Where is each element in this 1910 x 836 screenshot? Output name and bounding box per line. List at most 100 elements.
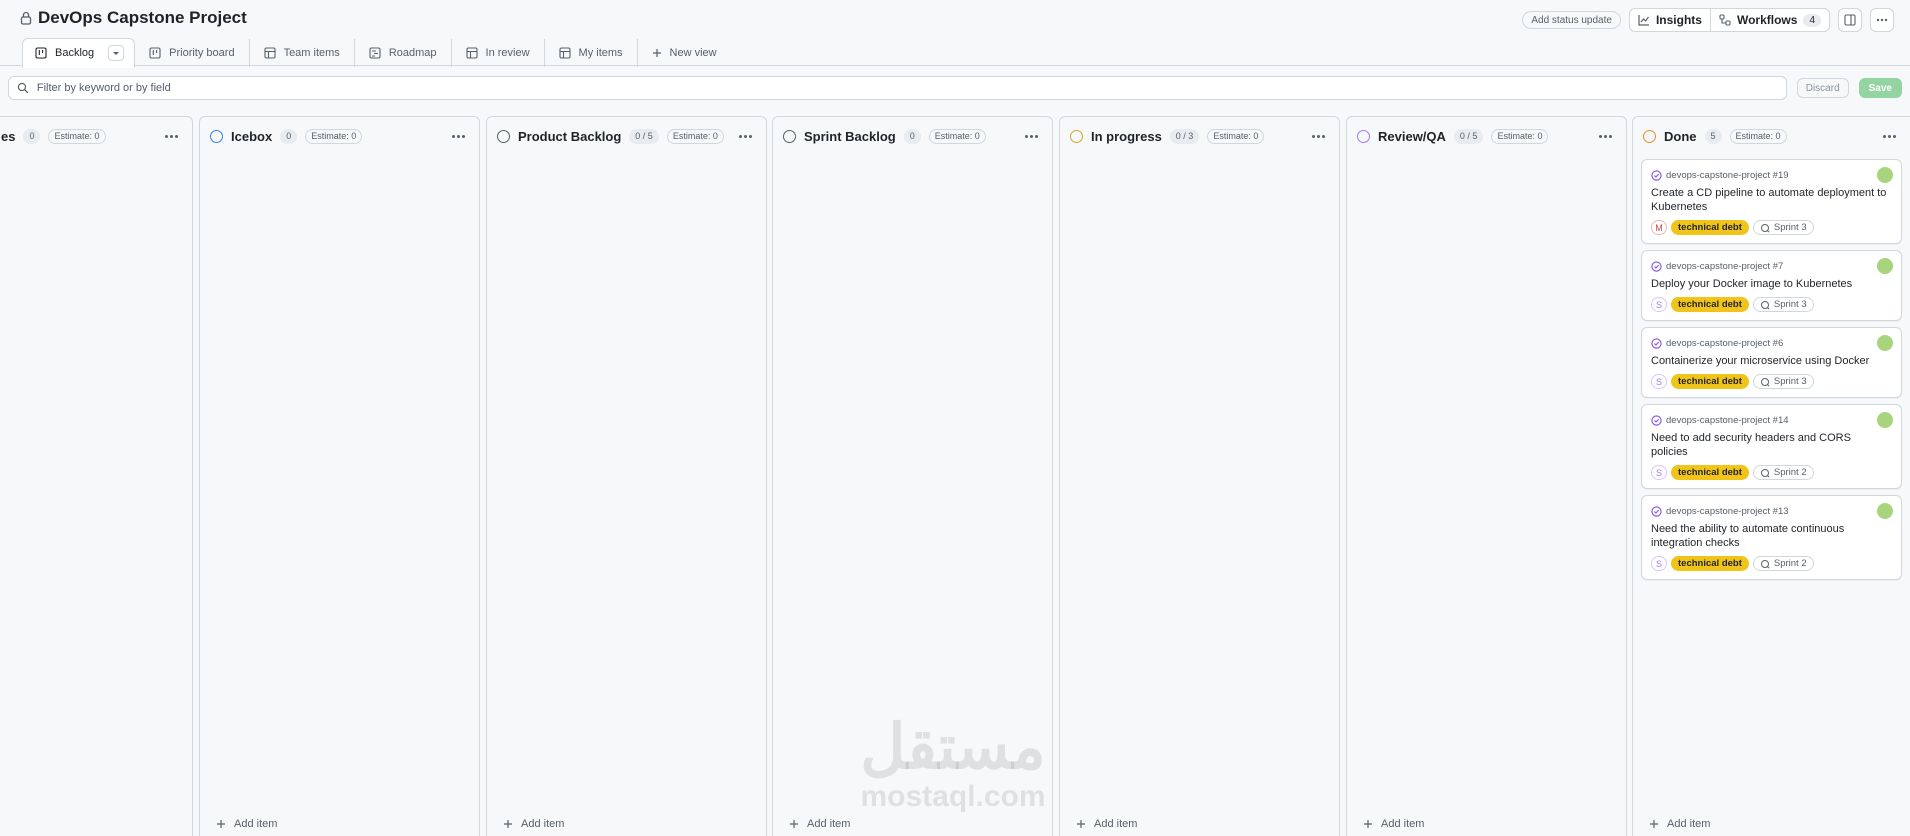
card-title[interactable]: Containerize your microservice using Doc…: [1651, 354, 1893, 368]
column-menu-button[interactable]: [448, 127, 469, 145]
issue-card[interactable]: devops-capstone-project #6 Containerize …: [1641, 327, 1902, 398]
project-header: DevOps Capstone Project Add status updat…: [0, 0, 1910, 68]
board-icon: [149, 47, 161, 59]
workflow-icon: [1719, 14, 1731, 26]
filter-input[interactable]: [36, 82, 1778, 94]
add-item-button[interactable]: Add item: [789, 818, 850, 830]
label-technical-debt[interactable]: technical debt: [1671, 297, 1749, 312]
card-title[interactable]: Deploy your Docker image to Kubernetes: [1651, 277, 1893, 291]
tab-my-items[interactable]: My items: [545, 39, 638, 67]
label-technical-debt[interactable]: technical debt: [1671, 374, 1749, 389]
column-header: Review/QA 0 / 5 Estimate: 0: [1357, 127, 1616, 145]
column-name: In progress: [1091, 128, 1162, 144]
column-header: es 0 Estimate: 0: [1, 127, 182, 145]
add-item-button[interactable]: Add item: [1076, 818, 1137, 830]
workflows-button[interactable]: Workflows 4: [1711, 9, 1829, 31]
column-menu-button[interactable]: [735, 127, 756, 145]
add-status-update-button[interactable]: Add status update: [1522, 11, 1621, 29]
dot: [462, 134, 465, 138]
avatar[interactable]: [1877, 258, 1893, 274]
issue-card[interactable]: devops-capstone-project #14 Need to add …: [1641, 404, 1902, 489]
save-button[interactable]: Save: [1858, 78, 1902, 98]
dot: [1312, 134, 1315, 138]
sprint-label: Sprint 2: [1773, 467, 1807, 478]
plus-icon: [504, 820, 512, 828]
sidebar-icon: [1844, 14, 1856, 26]
add-item-button[interactable]: Add item: [216, 818, 277, 830]
add-item-label: Add item: [1667, 818, 1711, 830]
title-row: DevOps Capstone Project: [20, 8, 247, 28]
tab-roadmap[interactable]: Roadmap: [355, 39, 452, 67]
add-item-button[interactable]: Add item: [1649, 818, 1710, 830]
avatar[interactable]: [1877, 335, 1893, 351]
insights-button[interactable]: Insights: [1630, 9, 1711, 31]
card-title[interactable]: Create a CD pipeline to automate deploym…: [1651, 186, 1893, 214]
tab-in-review[interactable]: In review: [452, 39, 545, 67]
column-estimate: Estimate: 0: [48, 128, 106, 144]
column-header: In progress 0 / 3 Estimate: 0: [1070, 127, 1329, 145]
column-menu-button[interactable]: [161, 127, 182, 145]
column-header: Icebox 0 Estimate: 0: [210, 127, 469, 145]
column-menu-button[interactable]: [1595, 127, 1616, 145]
table-icon: [465, 47, 478, 59]
column-estimate: Estimate: 0: [305, 128, 363, 144]
avatar[interactable]: [1877, 412, 1893, 428]
label-technical-debt[interactable]: technical debt: [1671, 556, 1749, 571]
filter-bar[interactable]: [8, 76, 1787, 100]
avatar[interactable]: [1877, 503, 1893, 519]
issue-card[interactable]: devops-capstone-project #13 Need the abi…: [1641, 495, 1902, 580]
column-menu-button[interactable]: [1308, 127, 1329, 145]
tab-backlog[interactable]: Backlog: [22, 38, 136, 68]
tab-label: In review: [485, 47, 530, 59]
column-done: Done 5 Estimate: 0 devops-capstone-proje…: [1632, 116, 1910, 836]
card-meta: devops-capstone-project #14: [1651, 413, 1893, 427]
label-technical-debt[interactable]: technical debt: [1671, 220, 1749, 235]
dot: [1317, 134, 1320, 138]
column-estimate: Estimate: 0: [1207, 128, 1265, 144]
issue-closed-icon: [1651, 505, 1662, 517]
card-ref: devops-capstone-project #14: [1666, 414, 1789, 426]
add-item-button[interactable]: Add item: [503, 818, 564, 830]
card-ref: devops-capstone-project #13: [1666, 505, 1789, 517]
column-estimate: Estimate: 0: [666, 128, 724, 144]
column-name: Product Backlog: [518, 128, 622, 144]
issue-card[interactable]: devops-capstone-project #7 Deploy your D…: [1641, 250, 1902, 321]
sidebar-toggle-button[interactable]: [1838, 8, 1862, 32]
more-options-button[interactable]: [1870, 8, 1894, 32]
tab-label: Team items: [283, 47, 340, 59]
column-menu-button[interactable]: [1879, 127, 1900, 145]
sprint-badge: Sprint 2: [1752, 465, 1814, 480]
sprint-label: Sprint 3: [1773, 299, 1807, 310]
card-fields: S technical debt Sprint 2: [1651, 465, 1893, 480]
view-options-button[interactable]: [108, 45, 125, 61]
dot: [170, 134, 173, 138]
status-circle-icon: [1643, 129, 1656, 143]
tab-priority-board[interactable]: Priority board: [135, 39, 250, 67]
card-title[interactable]: Need the ability to automate continuous …: [1651, 522, 1893, 550]
add-item-button[interactable]: Add item: [1363, 818, 1424, 830]
dot: [1035, 134, 1038, 138]
plus-icon: [1077, 820, 1085, 828]
tab-team-items[interactable]: Team items: [250, 39, 355, 67]
new-view-button[interactable]: New view: [638, 39, 731, 67]
discard-button[interactable]: Discard: [1796, 78, 1849, 98]
column-sprint-backlog: Sprint Backlog 0 Estimate: 0 Add item: [772, 116, 1053, 836]
new-view-label: New view: [669, 47, 717, 59]
kebab-horizontal-icon: [1876, 18, 1888, 22]
column-estimate: Estimate: 0: [1729, 128, 1787, 144]
status-circle-icon: [497, 129, 510, 143]
card-title[interactable]: Need to add security headers and CORS po…: [1651, 431, 1893, 459]
sprint-label: Sprint 2: [1773, 558, 1807, 569]
dot: [1030, 134, 1033, 138]
issue-closed-icon: [1651, 169, 1662, 181]
card-fields: S technical debt Sprint 3: [1651, 374, 1893, 389]
graph-icon: [1638, 15, 1649, 26]
lock-icon: [20, 11, 32, 25]
dot: [457, 134, 460, 138]
label-technical-debt[interactable]: technical debt: [1671, 465, 1749, 480]
dot: [749, 134, 752, 138]
issue-card[interactable]: devops-capstone-project #19 Create a CD …: [1641, 159, 1902, 244]
column-review-qa: Review/QA 0 / 5 Estimate: 0 Add item: [1346, 116, 1627, 836]
column-menu-button[interactable]: [1021, 127, 1042, 145]
avatar[interactable]: [1877, 167, 1893, 183]
